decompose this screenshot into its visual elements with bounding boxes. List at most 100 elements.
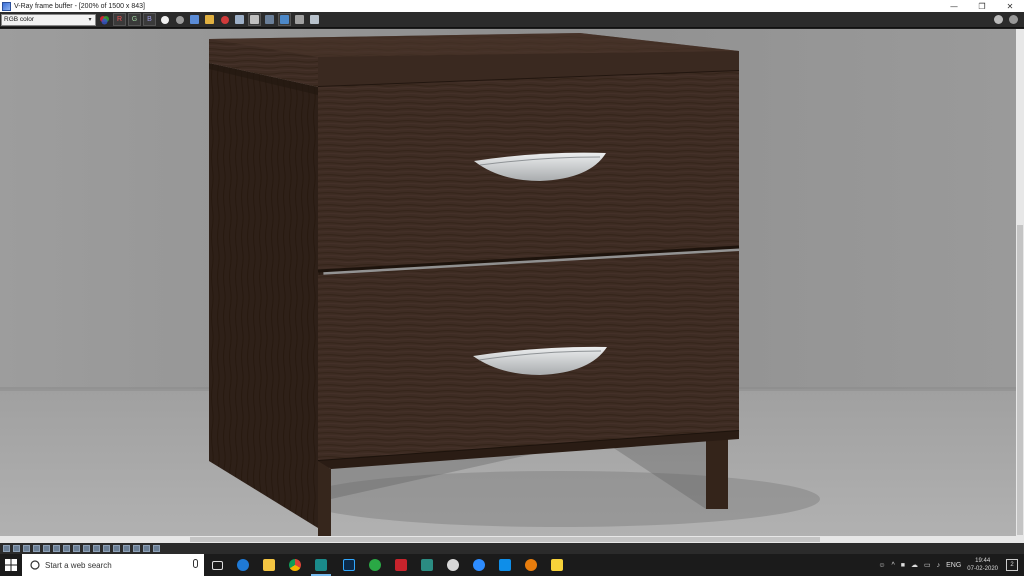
horizontal-scrollbar[interactable] [0,536,1024,543]
color-correction-icon[interactable] [293,13,306,26]
levels-icon[interactable] [73,545,80,552]
action-center-notifications-icon[interactable]: 2 [1006,559,1018,571]
save-image-icon[interactable] [188,13,201,26]
taskbar-app-autocad[interactable] [388,554,414,576]
green-app-icon [369,559,381,571]
close-button[interactable]: ✕ [996,0,1024,12]
start-button[interactable] [0,554,22,576]
chrome-icon [289,559,301,571]
red-channel-button[interactable]: R [113,13,126,26]
minimize-button[interactable]: — [940,0,968,12]
taskbar-sticky-notes[interactable] [544,554,570,576]
taskbar-app-green[interactable] [362,554,388,576]
teal-app-icon [421,559,433,571]
view-alpha-icon[interactable] [173,13,186,26]
render-viewport[interactable] [0,29,1016,536]
display-srgb-icon[interactable] [23,545,30,552]
clock-date: 07-02-2020 [967,566,998,572]
teamviewer-icon [499,559,511,571]
blue-channel-button[interactable]: B [143,13,156,26]
autocad-icon [395,559,407,571]
history-toggle-icon[interactable] [3,545,10,552]
tray-app-icon[interactable]: ■ [901,562,905,569]
show-hidden-icons-chevron-icon[interactable]: ^ [891,562,894,569]
taskbar-file-explorer[interactable] [256,554,282,576]
taskbar-blender[interactable] [518,554,544,576]
taskbar-chrome[interactable] [282,554,308,576]
microphone-icon[interactable] [193,559,198,568]
view-mono-icon[interactable] [158,13,171,26]
chevron-down-icon: ▾ [88,17,92,23]
pixel-aspect-icon[interactable] [93,545,100,552]
photoshop-icon [343,559,355,571]
lens-effects-icon[interactable] [278,13,291,26]
taskbar-app-paint[interactable] [440,554,466,576]
window-title: V-Ray frame buffer - [200% of 1500 x 843… [14,2,146,10]
restore-button[interactable]: ❐ [968,0,996,12]
render-icon[interactable] [992,13,1005,26]
search-icon [30,560,40,570]
paint-icon [447,559,459,571]
lut-icon[interactable] [33,545,40,552]
taskbar-photoshop[interactable] [336,554,362,576]
taskbar-search-box[interactable]: Start a web search [22,554,204,576]
edge-icon [237,559,249,571]
vray-app-icon [2,1,11,11]
color-swatch-icon[interactable] [98,13,111,26]
load-image-icon[interactable] [203,13,216,26]
vertical-scrollbar[interactable] [1016,29,1024,536]
stereo-icon[interactable] [103,545,110,552]
network-icon[interactable]: ▭ [924,561,931,569]
show-corrections-icon[interactable] [13,545,20,552]
taskbar-edge[interactable] [230,554,256,576]
toolbar-right [990,13,1020,26]
taskbar-clock[interactable]: 19:44 07-02-2020 [967,557,998,573]
search-placeholder: Start a web search [45,560,112,570]
ocio-icon[interactable] [43,545,50,552]
track-mouse-icon[interactable] [248,13,261,26]
duplicate-vfb-icon[interactable] [233,13,246,26]
exposure-icon[interactable] [53,545,60,552]
history-icon[interactable] [308,13,321,26]
channel-select[interactable]: RGB color ▾ [1,13,96,26]
red-channel-label: R [116,16,123,23]
curves-icon[interactable] [83,545,90,552]
clear-image-icon[interactable] [218,13,231,26]
taskbar-app-teamviewer[interactable] [492,554,518,576]
vertical-scrollbar-thumb[interactable] [1017,225,1023,535]
window-titlebar: V-Ray frame buffer - [200% of 1500 x 843… [0,0,1024,12]
stop-render-icon[interactable] [1007,13,1020,26]
onedrive-icon[interactable]: ☁ [911,561,918,569]
settings-icon[interactable] [153,545,160,552]
taskbar-app-blue-circle[interactable] [466,554,492,576]
taskbar-app-teal[interactable] [414,554,440,576]
link-icon[interactable] [143,545,150,552]
3dsmax-icon [315,559,327,571]
blue-channel-label: B [147,16,152,23]
compare-ab-icon[interactable] [113,545,120,552]
clock-time: 19:44 [975,558,991,564]
input-language[interactable]: ENG [946,562,961,569]
people-icon[interactable]: ☺ [878,562,885,569]
taskbar-3dsmax[interactable] [308,554,334,576]
vfb-toolbar: RGB color ▾ R G B [0,12,1024,28]
volume-icon[interactable]: ♪ [937,562,941,569]
window-controls: — ❐ ✕ [940,0,1024,12]
channel-select-value: RGB color [4,16,34,23]
green-channel-button[interactable]: G [128,13,141,26]
white-balance-icon[interactable] [63,545,70,552]
test-resolution-icon[interactable] [123,545,130,552]
horizontal-scrollbar-thumb[interactable] [190,537,820,542]
vfb-bottom-toolbar [0,543,1024,554]
green-channel-label: G [131,16,138,23]
task-view-button[interactable] [204,554,230,576]
nightstand-render-image [0,29,1016,536]
folder-icon [263,559,275,571]
blender-icon [525,559,537,571]
follow-mouse-icon[interactable] [133,545,140,552]
region-render-icon[interactable] [263,13,276,26]
system-tray: ☺ ^ ■ ☁ ▭ ♪ ENG 19:44 07-02-2020 2 [878,554,1024,576]
sticky-notes-icon [551,559,563,571]
windows-logo-icon [5,559,17,571]
blue-circle-app-icon [473,559,485,571]
